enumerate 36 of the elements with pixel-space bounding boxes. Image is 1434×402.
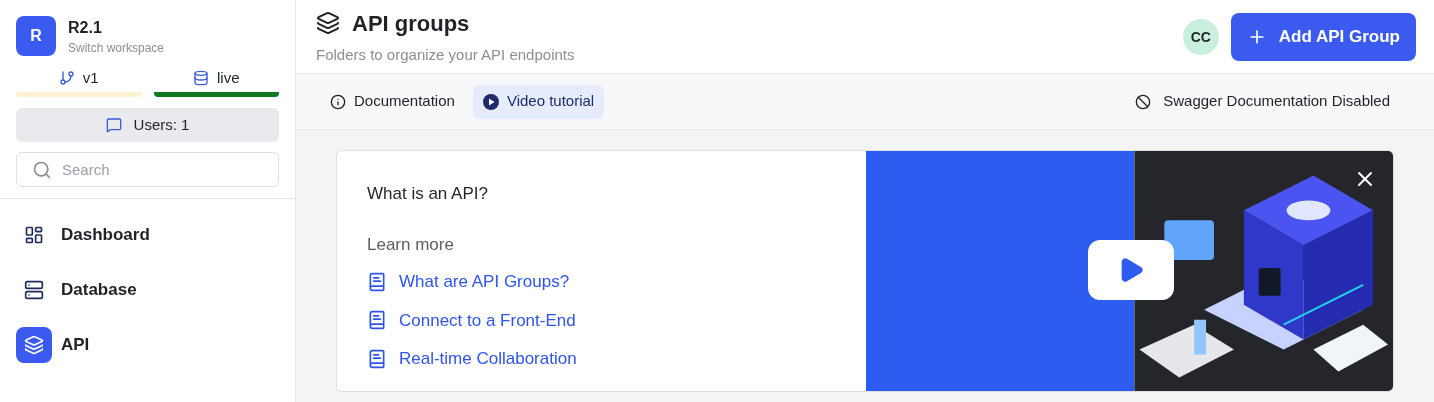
search-field[interactable]: Search (16, 152, 279, 187)
environment-label: live (217, 67, 240, 88)
users-button[interactable]: Users: 1 (16, 108, 279, 142)
learn-more-label: Learn more (367, 233, 455, 256)
tutorial-link[interactable]: Real-time Collaboration (367, 346, 866, 372)
play-icon (482, 93, 499, 110)
search-icon (32, 160, 52, 180)
tutorial-link[interactable]: Connect to a Front-End (367, 307, 866, 333)
environment-tab[interactable]: live (153, 64, 279, 97)
add-api-group-button[interactable]: Add API Group (1230, 12, 1416, 61)
toolbar-tab[interactable]: Documentation (320, 84, 465, 119)
chat-icon (105, 117, 122, 133)
info-icon (330, 93, 346, 110)
tutorial-link[interactable]: What are API Groups? (367, 269, 866, 295)
user-avatar[interactable]: CC (1182, 18, 1219, 55)
nav-item[interactable]: Database (16, 272, 279, 308)
tutorial-title: What is an API? (367, 183, 489, 205)
toolbar-tab[interactable]: Video tutorial (472, 84, 605, 119)
nav-item[interactable]: API (16, 327, 279, 363)
book-icon (367, 271, 387, 292)
branch-icon (58, 70, 75, 86)
environment-label: v1 (82, 67, 99, 88)
book-icon (367, 310, 387, 331)
nav-item[interactable]: Dashboard (16, 217, 279, 253)
workspace-avatar[interactable]: R (16, 16, 56, 56)
layers-icon (316, 11, 340, 36)
page-subtitle: Folders to organize your API endpoints (316, 44, 575, 65)
environment-tab[interactable]: v1 (16, 64, 142, 97)
disabled-icon (1135, 93, 1152, 110)
database-icon (193, 70, 209, 86)
book-icon (367, 348, 387, 369)
page-title: API groups (352, 9, 470, 38)
layers-icon (16, 327, 52, 363)
swagger-status: Swagger Documentation Disabled (1163, 91, 1390, 112)
play-button[interactable] (1088, 240, 1174, 300)
workspace-name: R2.1 (68, 18, 103, 38)
